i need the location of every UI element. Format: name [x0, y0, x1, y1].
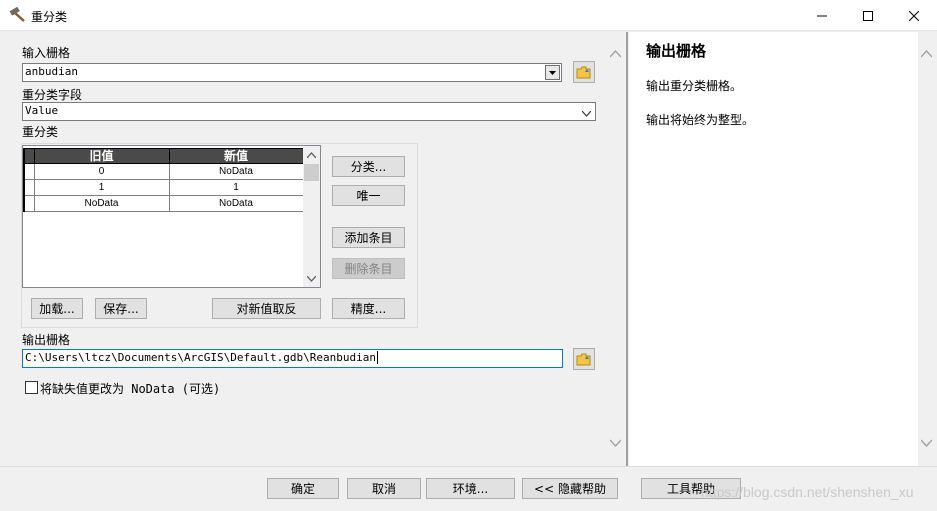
parameters-scrollbar[interactable]	[607, 32, 624, 466]
output-raster-value: C:\Users\ltcz\Documents\ArcGIS\Default.g…	[25, 351, 376, 364]
minimize-button[interactable]	[799, 0, 845, 31]
reclass-table[interactable]: 旧值 新值 0 NoData 1 1 NoData NoData	[22, 145, 321, 288]
reclassification-label: 重分类	[22, 125, 59, 139]
chevron-down-icon[interactable]	[921, 439, 932, 447]
chevron-up-icon[interactable]	[921, 50, 932, 58]
help-title: 输出栅格	[646, 42, 707, 60]
reclass-field-combo[interactable]: Value	[22, 102, 596, 121]
reverse-new-values-button[interactable]: 对新值取反	[212, 298, 321, 319]
help-paragraph: 输出将始终为整型。	[646, 113, 755, 127]
chevron-up-icon[interactable]	[307, 152, 316, 158]
table-scroll-thumb[interactable]	[304, 164, 319, 181]
load-button[interactable]: 加载...	[31, 298, 83, 319]
chevron-down-icon	[549, 70, 556, 75]
nodata-checkbox-label[interactable]: 将缺失值更改为 NoData (可选)	[40, 380, 220, 397]
save-button[interactable]: 保存...	[95, 298, 147, 319]
cancel-button[interactable]: 取消	[347, 478, 421, 499]
table-row[interactable]: 1 1	[23, 179, 304, 196]
watermark: https://blog.csdn.net/shenshen_xu	[701, 484, 914, 500]
classify-button[interactable]: 分类...	[332, 156, 405, 177]
delete-entry-button[interactable]: 删除条目	[332, 258, 405, 279]
hide-help-button[interactable]: << 隐藏帮助	[522, 478, 618, 499]
hammer-icon	[9, 6, 27, 23]
close-button[interactable]	[891, 0, 937, 31]
table-row[interactable]: 0 NoData	[23, 163, 304, 180]
input-raster-browse-button[interactable]	[573, 61, 595, 83]
old-value-cell[interactable]: NoData	[33, 195, 170, 212]
new-value-cell[interactable]: NoData	[168, 163, 304, 180]
text-caret	[377, 351, 378, 364]
row-header[interactable]	[23, 163, 35, 180]
nodata-checkbox[interactable]	[25, 381, 38, 394]
output-raster-label: 输出栅格	[22, 333, 71, 347]
ok-button[interactable]: 确定	[267, 478, 339, 499]
table-scrollbar[interactable]	[303, 146, 320, 287]
add-entry-button[interactable]: 添加条目	[332, 227, 405, 248]
old-value-cell[interactable]: 0	[33, 163, 170, 180]
new-value-cell[interactable]: NoData	[168, 195, 304, 212]
help-paragraph: 输出重分类栅格。	[646, 79, 743, 93]
chevron-down-icon[interactable]	[610, 439, 621, 447]
maximize-button[interactable]	[845, 0, 891, 31]
chevron-down-icon[interactable]	[307, 276, 316, 282]
open-folder-icon	[576, 66, 591, 78]
input-raster-combo[interactable]: anbudian	[22, 63, 562, 82]
column-header-new[interactable]: 新值	[168, 148, 304, 164]
title-bar: 重分类	[0, 0, 937, 31]
row-header[interactable]	[23, 179, 35, 196]
precision-button[interactable]: 精度...	[332, 298, 405, 319]
dialog-footer: 确定 取消 环境... << 隐藏帮助 工具帮助 https://blog.cs…	[0, 466, 937, 511]
chevron-down-icon[interactable]	[581, 107, 592, 120]
chevron-up-icon[interactable]	[610, 50, 621, 58]
row-header-corner	[23, 148, 35, 164]
panel-splitter[interactable]	[626, 32, 628, 466]
input-raster-dropdown-button[interactable]	[545, 65, 560, 80]
environments-button[interactable]: 环境...	[426, 478, 515, 499]
unique-button[interactable]: 唯一	[332, 185, 405, 206]
maximize-icon	[863, 10, 873, 21]
input-raster-label: 输入栅格	[22, 46, 71, 60]
new-value-cell[interactable]: 1	[168, 179, 304, 196]
input-raster-value: anbudian	[25, 65, 78, 78]
output-raster-input[interactable]: C:\Users\ltcz\Documents\ArcGIS\Default.g…	[22, 349, 563, 368]
help-scrollbar[interactable]	[918, 32, 935, 466]
output-raster-browse-button[interactable]	[573, 348, 595, 370]
row-header[interactable]	[23, 195, 35, 212]
column-header-old[interactable]: 旧值	[33, 148, 170, 164]
minimize-icon	[817, 15, 827, 16]
reclass-field-value: Value	[25, 104, 59, 117]
old-value-cell[interactable]: 1	[33, 179, 170, 196]
open-folder-icon	[576, 353, 591, 365]
window-title: 重分类	[31, 10, 68, 24]
reclass-field-label: 重分类字段	[22, 88, 83, 102]
help-panel: 输出栅格 输出重分类栅格。 输出将始终为整型。	[629, 32, 918, 466]
table-row[interactable]: NoData NoData	[23, 195, 304, 212]
close-icon	[909, 10, 919, 21]
